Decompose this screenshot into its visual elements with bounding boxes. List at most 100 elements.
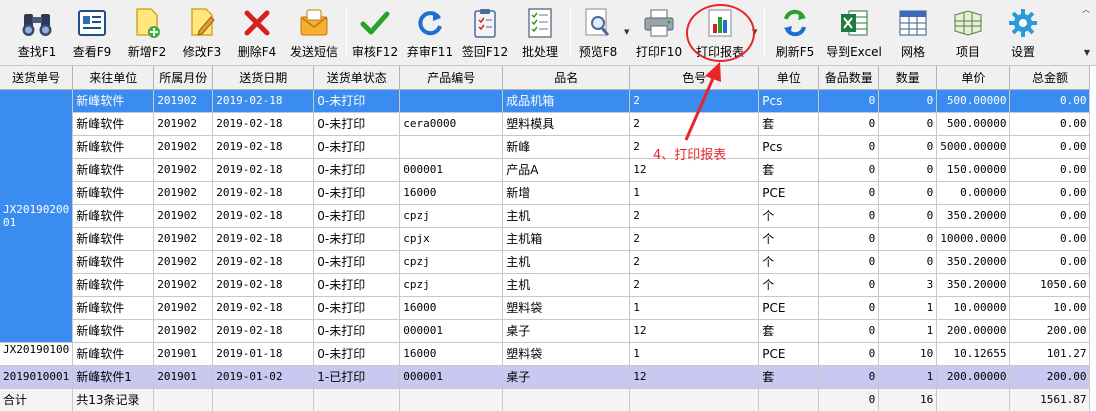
table-cell[interactable]: 0-未打印 xyxy=(313,158,401,182)
table-cell[interactable]: 主机箱 xyxy=(502,227,631,251)
table-row[interactable]: 新峰软件 201902 2019-02-18 0-未打印 cpzj 主机 2 个 0 0 350.2… xyxy=(0,204,1091,228)
table-cell[interactable]: PCE xyxy=(758,342,820,366)
table-cell[interactable]: 2019-02-18 xyxy=(212,204,315,228)
table-cell[interactable]: 新峰软件 xyxy=(72,319,155,343)
table-cell[interactable]: 2019-02-18 xyxy=(212,135,315,159)
col-header[interactable]: 单位 xyxy=(758,66,820,90)
delete-button[interactable]: 删除F4 xyxy=(232,2,282,62)
table-cell[interactable]: 0.00 xyxy=(1009,112,1091,136)
table-cell[interactable]: 新峰 xyxy=(502,135,631,159)
table-cell[interactable]: 2019-02-18 xyxy=(212,181,315,205)
table-cell[interactable]: 0 xyxy=(818,204,880,228)
table-cell[interactable]: 2019-02-18 xyxy=(212,112,315,136)
preview-button[interactable]: 预览F8 xyxy=(574,2,622,62)
table-cell[interactable]: 0.00 xyxy=(1009,135,1091,159)
col-header[interactable]: 单价 xyxy=(936,66,1011,90)
print-report-button[interactable]: 打印报表 xyxy=(692,2,748,62)
table-cell[interactable]: 0-未打印 xyxy=(313,112,401,136)
table-cell[interactable]: 0.00 xyxy=(1009,181,1091,205)
table-cell[interactable]: 000001 xyxy=(399,158,504,182)
table-cell[interactable]: 0 xyxy=(878,227,938,251)
col-header[interactable]: 送货单状态 xyxy=(313,66,401,90)
table-cell[interactable]: 2019-01-18 xyxy=(212,342,315,366)
table-cell[interactable]: cpzj xyxy=(399,273,504,297)
table-cell[interactable]: 0 xyxy=(818,250,880,274)
table-cell[interactable]: 塑料袋 xyxy=(502,296,631,320)
preview-dropdown-icon[interactable]: ▼ xyxy=(624,28,629,36)
table-cell[interactable]: 200.00 xyxy=(1009,365,1091,389)
table-cell[interactable]: 新峰软件1 xyxy=(72,365,155,389)
table-cell[interactable]: 0-未打印 xyxy=(313,273,401,297)
table-cell[interactable]: 新峰软件 xyxy=(72,273,155,297)
table-cell[interactable]: 201902 xyxy=(153,204,214,228)
col-header[interactable]: 所属月份 xyxy=(153,66,214,90)
table-row[interactable]: 新峰软件 201902 2019-02-18 0-未打印 新峰 2 Pcs 0 0 5000.00… xyxy=(0,135,1091,159)
col-header[interactable]: 品名 xyxy=(502,66,631,90)
table-cell[interactable]: 500.00000 xyxy=(936,89,1011,113)
col-header[interactable]: 来往单位 xyxy=(72,66,155,90)
table-cell[interactable]: 2 xyxy=(629,273,760,297)
table-cell[interactable]: 0 xyxy=(878,181,938,205)
table-cell[interactable]: 10.12655 xyxy=(936,342,1011,366)
table-cell[interactable]: 主机 xyxy=(502,250,631,274)
table-cell[interactable]: 1050.60 xyxy=(1009,273,1091,297)
table-row[interactable]: 新峰软件 201902 2019-02-18 0-未打印 cpzj 主机 2 个 0 0 350.2… xyxy=(0,250,1091,274)
table-cell[interactable]: 新峰软件 xyxy=(72,227,155,251)
new-button[interactable]: 新增F2 xyxy=(122,2,172,62)
table-cell[interactable]: 0 xyxy=(818,112,880,136)
table-cell[interactable]: 0-未打印 xyxy=(313,204,401,228)
table-cell[interactable]: 新峰软件 xyxy=(72,342,155,366)
table-cell[interactable]: 150.00000 xyxy=(936,158,1011,182)
table-cell[interactable]: 1 xyxy=(878,296,938,320)
table-cell[interactable]: 10.00 xyxy=(1009,296,1091,320)
col-header[interactable]: 送货单号 xyxy=(0,66,74,90)
toolbar-overflow-icon[interactable]: ▼ xyxy=(1084,48,1090,57)
table-cell[interactable]: 0-未打印 xyxy=(313,227,401,251)
unapprove-button[interactable]: 弃审F11 xyxy=(405,2,455,62)
table-cell[interactable]: 101.27 xyxy=(1009,342,1091,366)
delivery-number-cell[interactable]: 2019010001 xyxy=(0,365,74,389)
table-cell[interactable]: 新峰软件 xyxy=(72,112,155,136)
table-cell[interactable]: 350.20000 xyxy=(936,250,1011,274)
settings-button[interactable]: 设置 xyxy=(998,2,1048,62)
table-cell[interactable]: 0-未打印 xyxy=(313,89,401,113)
print-button[interactable]: 打印F10 xyxy=(634,2,684,62)
delivery-number-cell[interactable]: JX20190100 xyxy=(0,342,74,366)
table-cell[interactable]: 桌子 xyxy=(502,365,631,389)
table-cell[interactable]: 10 xyxy=(878,342,938,366)
print-report-dropdown-icon[interactable]: ▼ xyxy=(752,28,757,36)
delivery-number-cell[interactable]: JX2019020001 xyxy=(0,89,74,343)
table-cell[interactable]: 0 xyxy=(818,181,880,205)
table-cell[interactable]: 0 xyxy=(818,273,880,297)
col-header[interactable]: 数量 xyxy=(878,66,938,90)
table-cell[interactable]: 0 xyxy=(818,319,880,343)
table-cell[interactable]: 16000 xyxy=(399,181,504,205)
table-cell[interactable]: 2019-02-18 xyxy=(212,250,315,274)
table-cell[interactable]: 0 xyxy=(878,204,938,228)
table-cell[interactable]: 2 xyxy=(629,204,760,228)
table-cell[interactable]: 套 xyxy=(758,365,820,389)
table-cell[interactable]: 0-未打印 xyxy=(313,319,401,343)
table-cell[interactable]: 10000.0000 xyxy=(936,227,1011,251)
table-cell[interactable]: 000001 xyxy=(399,365,504,389)
table-cell[interactable]: 2019-01-02 xyxy=(212,365,315,389)
table-cell[interactable]: 350.20000 xyxy=(936,273,1011,297)
table-cell[interactable]: 新峰软件 xyxy=(72,158,155,182)
table-cell[interactable]: 成品机箱 xyxy=(502,89,631,113)
table-cell[interactable]: 2019-02-18 xyxy=(212,89,315,113)
table-cell[interactable]: 2019-02-18 xyxy=(212,319,315,343)
table-cell[interactable]: 0 xyxy=(818,89,880,113)
table-cell[interactable]: 3 xyxy=(878,273,938,297)
table-cell[interactable]: 10.00000 xyxy=(936,296,1011,320)
table-cell[interactable]: 0.00 xyxy=(1009,227,1091,251)
table-cell[interactable]: 套 xyxy=(758,158,820,182)
table-cell[interactable]: 200.00000 xyxy=(936,365,1011,389)
table-row[interactable]: 新峰软件 201902 2019-02-18 0-未打印 16000 新增 1 PCE 0 0 0.… xyxy=(0,181,1091,205)
table-cell[interactable]: 产品A xyxy=(502,158,631,182)
table-cell[interactable]: 2 xyxy=(629,89,760,113)
table-cell[interactable]: 0 xyxy=(878,250,938,274)
table-cell[interactable]: 新增 xyxy=(502,181,631,205)
table-cell[interactable]: 0.00 xyxy=(1009,89,1091,113)
table-cell[interactable]: 套 xyxy=(758,319,820,343)
table-cell[interactable]: 500.00000 xyxy=(936,112,1011,136)
